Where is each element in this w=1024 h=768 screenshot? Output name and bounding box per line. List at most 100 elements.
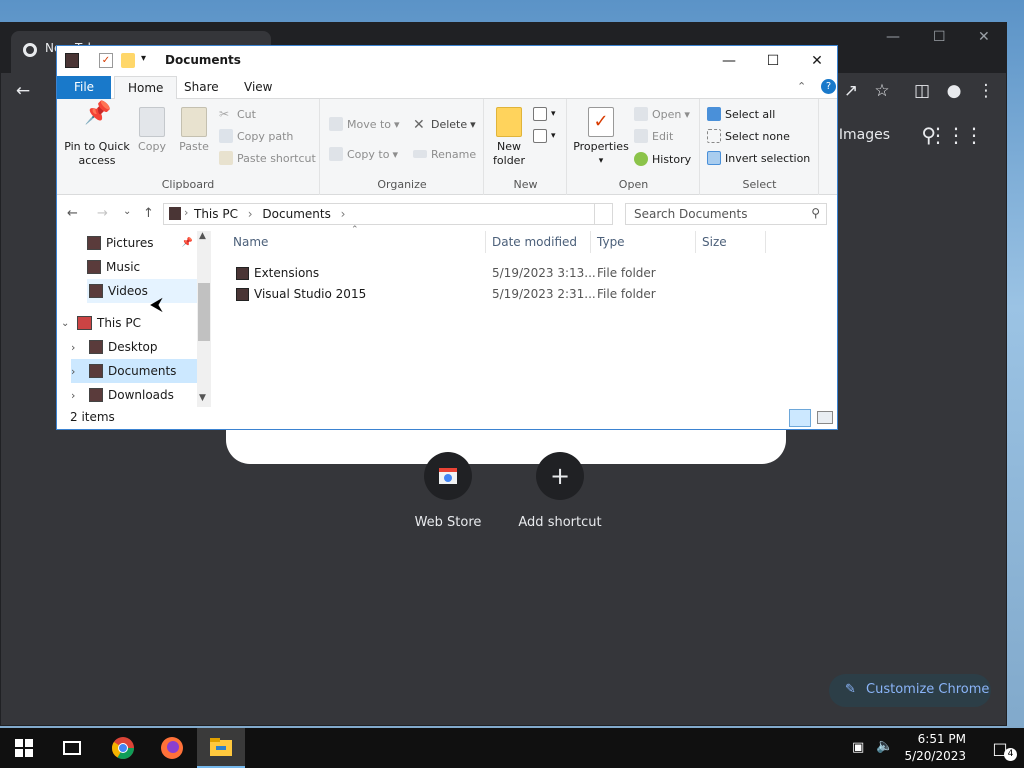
- cut-button[interactable]: ✂ Cut: [219, 104, 256, 124]
- column-divider[interactable]: [485, 231, 486, 253]
- clock[interactable]: 6:51 PM 5/20/2023: [904, 731, 966, 765]
- select-none-button[interactable]: Select none: [707, 126, 790, 146]
- copy-icon: [139, 107, 165, 137]
- nav-item-downloads[interactable]: › Downloads: [71, 383, 197, 407]
- move-to-button[interactable]: Move to ▾: [329, 114, 400, 134]
- back-arrow-icon[interactable]: ←: [67, 206, 78, 221]
- properties-button[interactable]: ✓ Properties ▾: [572, 107, 630, 168]
- group-select: Select all Select none Invert selection …: [701, 99, 819, 195]
- scroll-up-icon[interactable]: ▲: [199, 231, 206, 241]
- profile-icon[interactable]: ●: [942, 81, 966, 101]
- close-icon[interactable]: ✕: [978, 29, 990, 45]
- share-icon[interactable]: ↗: [839, 81, 863, 101]
- breadcrumb-this-pc[interactable]: This PC: [194, 207, 238, 221]
- copy-to-button[interactable]: Copy to ▾: [329, 144, 398, 164]
- file-row[interactable]: Extensions 5/19/2023 3:13... File folder: [233, 263, 833, 283]
- nav-item-documents[interactable]: › Documents: [71, 359, 197, 383]
- network-icon[interactable]: ▣: [852, 740, 864, 755]
- properties-check-icon: ✓: [588, 107, 614, 137]
- apps-grid-icon[interactable]: ⋮⋮⋮: [928, 123, 984, 147]
- back-arrow-icon[interactable]: ←: [11, 81, 35, 101]
- customize-toolbar-chevron-icon[interactable]: ▾: [141, 53, 155, 68]
- minimize-button[interactable]: —: [707, 46, 751, 76]
- search-input[interactable]: Search Documents ⚲: [625, 203, 827, 225]
- close-button[interactable]: ✕: [795, 46, 839, 76]
- history-icon: [634, 152, 648, 166]
- action-center-button[interactable]: □ 4: [976, 728, 1024, 768]
- address-bar[interactable]: › This PC › Documents ›: [163, 203, 613, 225]
- pin-to-quick-access-button[interactable]: 📌 Pin to Quick access: [63, 103, 131, 168]
- more-menu-icon[interactable]: ⋮: [974, 81, 998, 101]
- volume-muted-icon[interactable]: 🔈: [876, 738, 893, 754]
- tab-home[interactable]: Home: [114, 76, 178, 99]
- help-icon[interactable]: ?: [821, 79, 836, 94]
- column-divider[interactable]: [695, 231, 696, 253]
- side-panel-icon[interactable]: ◫: [910, 81, 934, 101]
- collapse-ribbon-icon[interactable]: ⌃: [797, 80, 806, 93]
- rename-button[interactable]: Rename: [413, 144, 476, 164]
- properties-quick-icon[interactable]: ✓: [99, 53, 113, 68]
- tab-share[interactable]: Share: [171, 76, 232, 99]
- minimize-icon[interactable]: —: [886, 29, 900, 45]
- column-header-type[interactable]: Type: [597, 235, 625, 249]
- breadcrumb-documents[interactable]: Documents: [262, 207, 330, 221]
- firefox-icon: [161, 737, 183, 759]
- nav-item-this-pc[interactable]: ⌄ This PC: [61, 311, 197, 335]
- start-button[interactable]: [0, 728, 48, 768]
- customize-chrome-button[interactable]: ✎ Customize Chrome: [829, 674, 991, 707]
- taskbar-file-explorer[interactable]: [197, 728, 245, 768]
- nav-item-videos[interactable]: Videos: [87, 279, 197, 303]
- select-none-icon: [707, 129, 721, 143]
- open-button[interactable]: Open ▾: [634, 104, 690, 124]
- copy-path-button[interactable]: Copy path: [219, 126, 293, 146]
- nav-item-music[interactable]: Music: [87, 255, 195, 279]
- copy-button[interactable]: Copy: [135, 107, 169, 154]
- scroll-down-icon[interactable]: ▼: [199, 393, 206, 403]
- maximize-button[interactable]: ☐: [751, 46, 795, 76]
- nav-label: Pictures: [106, 236, 154, 250]
- column-header-name[interactable]: Name: [233, 235, 268, 249]
- nav-scrollbar[interactable]: ▲ ▼: [197, 231, 211, 407]
- new-item-button[interactable]: ▾: [533, 104, 556, 124]
- button-label: access: [78, 154, 116, 167]
- column-divider[interactable]: [765, 231, 766, 253]
- select-all-button[interactable]: Select all: [707, 104, 775, 124]
- button-label: Properties: [573, 140, 629, 153]
- item-count: 2 items: [70, 410, 115, 424]
- maximize-icon[interactable]: ☐: [933, 29, 946, 45]
- recent-locations-icon[interactable]: ⌄: [123, 206, 131, 217]
- address-dropdown[interactable]: [594, 204, 612, 224]
- tab-view[interactable]: View: [231, 76, 285, 99]
- delete-button[interactable]: ✕ Delete ▾: [413, 114, 476, 134]
- shortcut-add[interactable]: + Add shortcut: [505, 452, 615, 530]
- up-arrow-icon[interactable]: ↑: [143, 206, 154, 221]
- column-header-size[interactable]: Size: [702, 235, 727, 249]
- bookmark-star-icon[interactable]: ☆: [870, 81, 894, 101]
- invert-selection-button[interactable]: Invert selection: [707, 148, 810, 168]
- file-row[interactable]: Visual Studio 2015 5/19/2023 2:31... Fil…: [233, 284, 833, 304]
- taskbar-firefox[interactable]: [148, 728, 196, 768]
- tab-file[interactable]: File: [57, 76, 111, 99]
- easy-access-button[interactable]: ▾: [533, 126, 556, 146]
- edit-button[interactable]: Edit: [634, 126, 673, 146]
- pencil-icon: ✎: [845, 682, 856, 697]
- column-header-date[interactable]: Date modified: [492, 235, 577, 249]
- scroll-thumb[interactable]: [198, 283, 210, 341]
- history-button[interactable]: History: [634, 149, 691, 169]
- images-link[interactable]: Images: [839, 127, 890, 143]
- new-folder-quick-icon[interactable]: [121, 53, 135, 68]
- paste-shortcut-button[interactable]: Paste shortcut: [219, 148, 316, 168]
- nav-item-desktop[interactable]: › Desktop: [71, 335, 197, 359]
- paste-button[interactable]: Paste: [177, 107, 211, 154]
- large-icons-view-icon[interactable]: [817, 411, 833, 424]
- new-folder-button[interactable]: New folder: [489, 107, 529, 168]
- nav-item-pictures[interactable]: Pictures 📌: [87, 231, 195, 255]
- taskbar-chrome[interactable]: [99, 728, 147, 768]
- collapsed-chevron-icon: ›: [71, 388, 76, 402]
- shortcut-web-store[interactable]: Web Store: [393, 452, 503, 530]
- column-divider[interactable]: [590, 231, 591, 253]
- forward-arrow-icon[interactable]: →: [97, 206, 108, 221]
- notification-count-badge: 4: [1004, 748, 1017, 761]
- details-view-icon[interactable]: [789, 409, 811, 427]
- task-view-button[interactable]: [48, 728, 96, 768]
